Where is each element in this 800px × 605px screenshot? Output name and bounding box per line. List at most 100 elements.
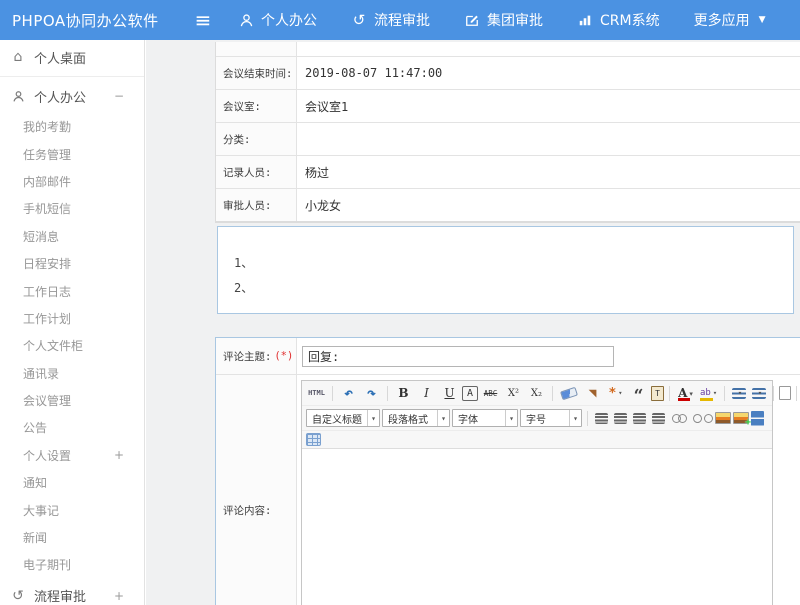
sidebar-item[interactable]: 会议管理 [0, 387, 144, 414]
sidebar-item[interactable]: 工作日志 [0, 277, 144, 304]
sidebar-item-label: 个人办公 [34, 87, 86, 106]
font-size-select[interactable]: 字号▾ [520, 409, 582, 427]
note-line: 1、 [234, 251, 793, 276]
history-icon: ↺ [10, 588, 26, 604]
sidebar-item-personal-office[interactable]: 个人办公 − [0, 79, 144, 113]
sidebar-item-label: 我的考勤 [23, 118, 71, 135]
autotypeset-icon[interactable]: *▾ [605, 383, 626, 403]
redo-icon[interactable]: ↷ [361, 383, 382, 403]
image-icon[interactable] [715, 412, 731, 424]
menu-toggle-icon[interactable]: ≡ [186, 10, 220, 30]
nav-workflow-approval[interactable]: ↺ 流程审批 [351, 10, 430, 30]
sidebar-item[interactable]: 通知 [0, 469, 144, 496]
highlight-icon[interactable]: ab▾ [698, 383, 719, 403]
font-family-select[interactable]: 字体▾ [452, 409, 518, 427]
main-content: 会议结束时间: 2019-08-07 11:47:00 会议室: 会议室1 分类… [146, 40, 800, 605]
align-right-icon[interactable] [633, 413, 646, 424]
strikethrough-icon[interactable]: ABC [480, 383, 501, 403]
sidebar-item[interactable]: 通讯录 [0, 360, 144, 387]
sidebar-divider [0, 76, 144, 77]
field-value: 会议室1 [297, 90, 800, 122]
sidebar-item-label: 电子期刊 [23, 556, 71, 573]
sidebar-item[interactable]: 手机短信 [0, 195, 144, 222]
heading-select[interactable]: 自定义标题▾ [306, 409, 380, 427]
sidebar-item[interactable]: 短消息 [0, 223, 144, 250]
media-icon[interactable] [751, 411, 764, 426]
sidebar-item-label: 会议管理 [23, 392, 71, 409]
sidebar-item[interactable]: 任务管理 [0, 140, 144, 167]
new-page-icon[interactable] [779, 386, 791, 400]
app-logo[interactable]: PHPOA协同办公软件 [0, 10, 186, 31]
sidebar-item-desktop[interactable]: ⌂ 个人桌面 [0, 40, 144, 74]
toolbar-row-2: 自定义标题▾段落格式▾字体▾字号▾ [302, 405, 772, 430]
comment-subject-input[interactable] [302, 346, 614, 367]
sidebar-item-label: 日程安排 [23, 255, 71, 272]
undo-icon[interactable]: ↶ [338, 383, 359, 403]
paragraph-select[interactable]: 段落格式▾ [382, 409, 450, 427]
italic-icon[interactable]: I [416, 383, 437, 403]
comment-content-row: 评论内容: HTML↶↷BIUAABCX²X₂◥*▾“TA▾ab▾▾▾ 自定义标… [216, 375, 800, 605]
collapse-toggle[interactable]: − [114, 89, 124, 103]
unlink-icon[interactable] [692, 408, 713, 428]
field-label: 分类: [216, 123, 297, 155]
sidebar-item[interactable]: 个人设置+ [0, 442, 144, 469]
sidebar-item[interactable]: 工作计划 [0, 305, 144, 332]
sidebar-item[interactable]: 我的考勤 [0, 113, 144, 140]
meeting-notes-box: 1、 2、 [217, 226, 794, 314]
sidebar-item[interactable]: 内部邮件 [0, 168, 144, 195]
align-center-icon[interactable] [614, 413, 627, 424]
html-source-icon[interactable]: HTML [306, 383, 327, 403]
toolbar-separator [552, 386, 553, 401]
chevron-down-icon: ▼ [759, 15, 766, 25]
sidebar-item[interactable]: 电子期刊 [0, 551, 144, 578]
sidebar-item-label: 个人文件柜 [23, 337, 83, 354]
bold-icon[interactable]: B [393, 383, 414, 403]
paste-icon[interactable]: T [651, 386, 664, 401]
expand-toggle[interactable]: + [114, 589, 124, 603]
sidebar-item-label: 任务管理 [23, 146, 71, 163]
insert-image-icon[interactable] [733, 412, 749, 424]
toolbar-separator [669, 386, 670, 401]
field-value: 杨过 [297, 156, 800, 188]
sidebar-submenu: 我的考勤任务管理内部邮件手机短信短消息日程安排工作日志工作计划个人文件柜通讯录会… [0, 113, 144, 579]
sidebar-item-label: 流程审批 [34, 586, 86, 605]
field-label: 记录人员: [216, 156, 297, 188]
comment-subject-label: 评论主题: [223, 349, 271, 364]
eraser-icon[interactable] [560, 386, 578, 400]
sidebar-item-label: 新闻 [23, 529, 47, 546]
toolbar-separator [796, 386, 797, 401]
ordered-list-icon[interactable]: ▾ [732, 388, 746, 399]
underline-icon[interactable]: U [439, 383, 460, 403]
sidebar-item-workflow-approval[interactable]: ↺ 流程审批 + [0, 579, 144, 605]
nav-group-approval[interactable]: 集团审批 [464, 10, 543, 30]
nav-more-apps[interactable]: 更多应用 ▼ [694, 10, 766, 30]
blockquote-icon[interactable]: “ [628, 383, 649, 403]
font-color-icon[interactable]: A▾ [675, 383, 696, 403]
nav-crm-system[interactable]: CRM系统 [577, 10, 660, 30]
required-mark: (*) [274, 350, 293, 362]
meeting-detail-table: 会议结束时间: 2019-08-07 11:47:00 会议室: 会议室1 分类… [215, 42, 800, 223]
sidebar-item-label: 手机短信 [23, 200, 71, 217]
editor-content-area[interactable] [302, 449, 772, 605]
font-border-icon[interactable]: A [462, 386, 478, 401]
unordered-list-icon[interactable]: ▾ [752, 388, 766, 399]
justify-icon[interactable] [652, 413, 665, 424]
toolbar-separator [332, 386, 333, 401]
expand-toggle[interactable]: + [114, 448, 124, 462]
sidebar-item[interactable]: 大事记 [0, 496, 144, 523]
nav-personal-office[interactable]: 个人办公 [238, 10, 317, 30]
table-icon[interactable] [306, 433, 321, 446]
sidebar-item-label: 内部邮件 [23, 173, 71, 190]
link-icon[interactable] [669, 408, 690, 428]
superscript-icon[interactable]: X² [503, 383, 524, 403]
table-row: 分类: [216, 123, 800, 156]
subscript-icon[interactable]: X₂ [526, 383, 547, 403]
nav-label: CRM系统 [600, 10, 660, 30]
sidebar-item[interactable]: 新闻 [0, 524, 144, 551]
sidebar-item[interactable]: 公告 [0, 414, 144, 441]
dropdown-caret-icon: ▾ [758, 389, 762, 397]
format-painter-icon[interactable]: ◥ [582, 383, 603, 403]
sidebar-item[interactable]: 日程安排 [0, 250, 144, 277]
align-left-icon[interactable] [595, 413, 608, 424]
sidebar-item[interactable]: 个人文件柜 [0, 332, 144, 359]
